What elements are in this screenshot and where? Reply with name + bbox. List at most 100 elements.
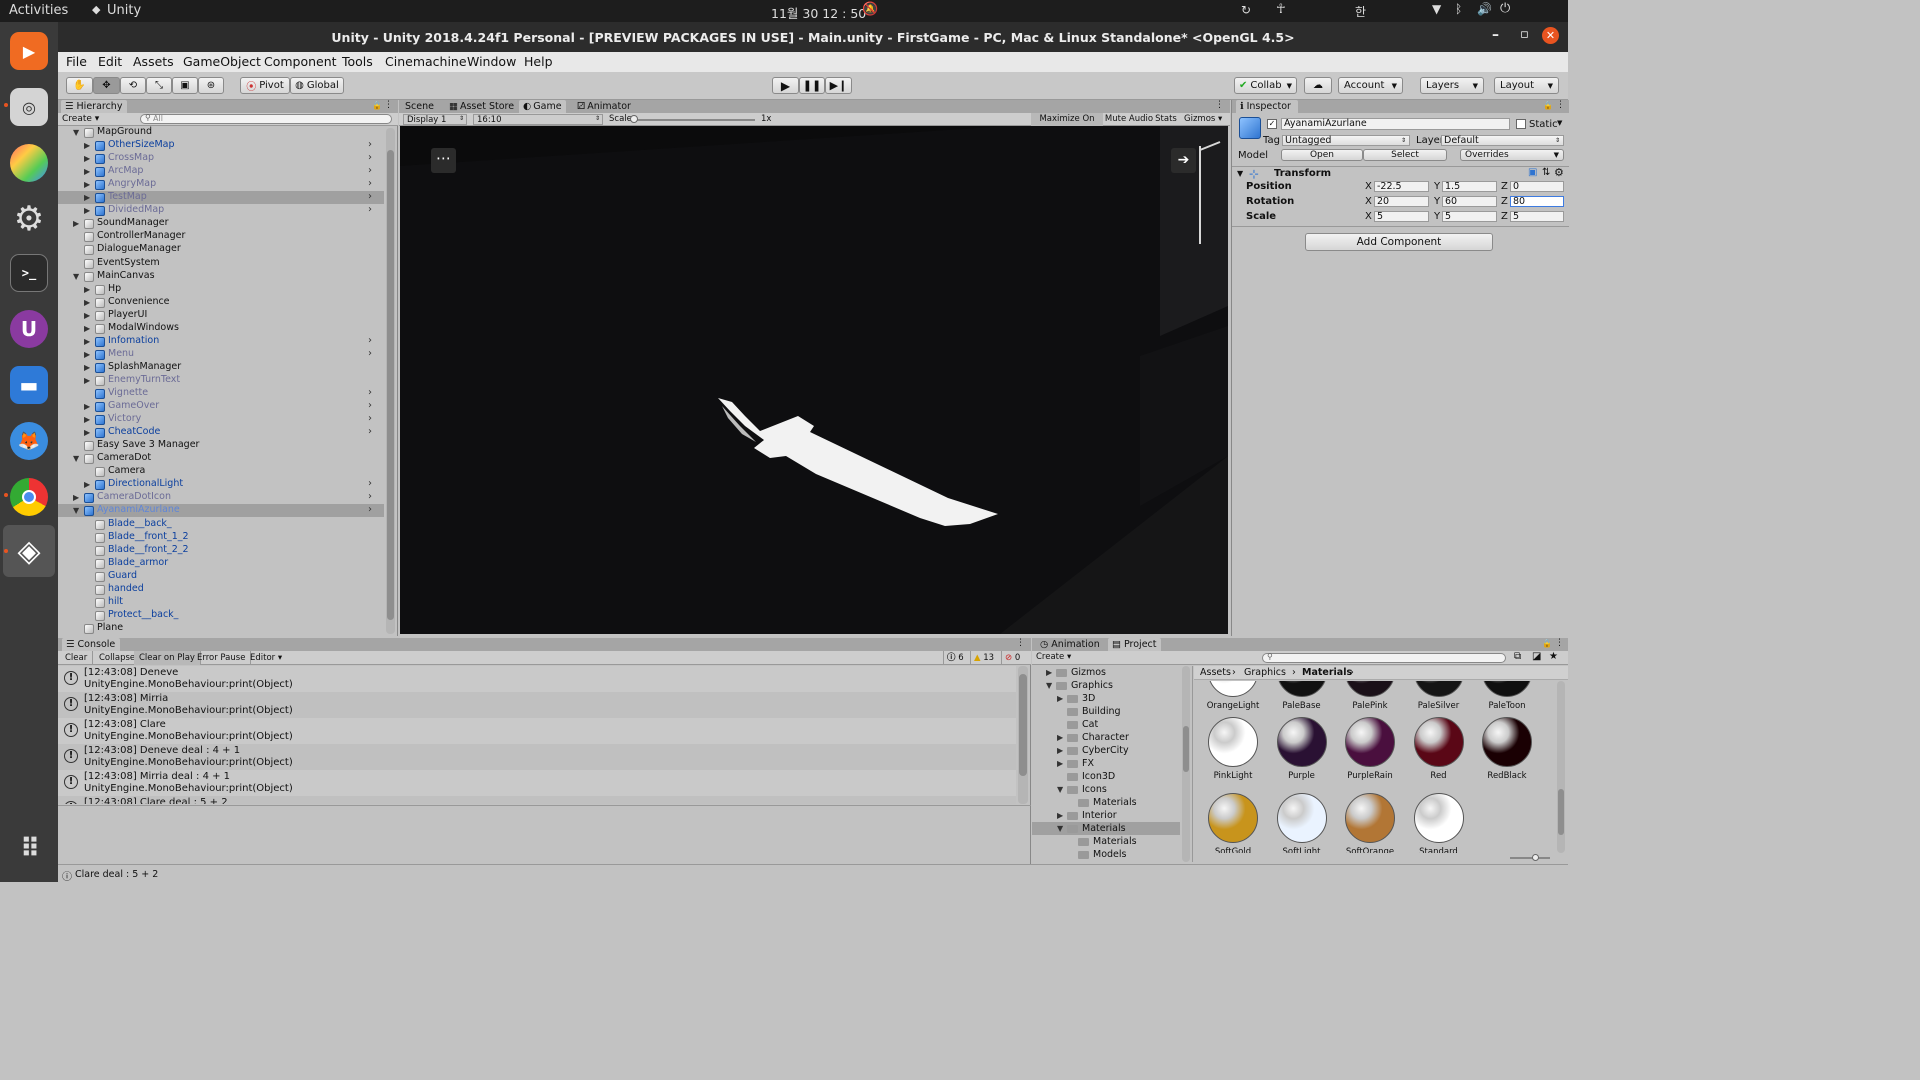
tab-console[interactable]: ☰ Console: [62, 638, 120, 651]
position-y-field[interactable]: 1.5: [1442, 181, 1497, 192]
hierarchy-item[interactable]: ▼ AyanamiAzurlane ›: [58, 504, 384, 518]
hierarchy-item[interactable]: ▶ ArcMap ›: [58, 165, 384, 178]
model-open-button[interactable]: Open: [1281, 149, 1363, 161]
project-create-dropdown[interactable]: Create ▾: [1036, 652, 1071, 662]
rotation-y-field[interactable]: 60: [1442, 196, 1497, 207]
scale-z-field[interactable]: 5: [1510, 211, 1564, 222]
material-sphere-icon[interactable]: [1208, 681, 1258, 697]
breadcrumb-assets[interactable]: Assets: [1200, 667, 1231, 678]
hierarchy-item[interactable]: Easy Save 3 Manager: [58, 439, 384, 452]
close-icon[interactable]: ✕: [1542, 27, 1559, 44]
lock-icon[interactable]: 🔒: [1543, 101, 1553, 110]
stats-toggle[interactable]: Stats: [1155, 113, 1177, 126]
folder-item[interactable]: Materials: [1032, 835, 1180, 848]
expand-arrow-icon[interactable]: ▶: [84, 285, 90, 294]
console-log-entry[interactable]: ! [12:43:08] Clare UnityEngine.MonoBehavio…: [58, 718, 1016, 744]
folder-item[interactable]: ▶ Gizmos: [1032, 666, 1180, 679]
hierarchy-item[interactable]: ▶ Menu ›: [58, 348, 384, 361]
tab-asset-store[interactable]: ▦ Asset Store: [445, 100, 518, 113]
panel-menu-icon[interactable]: ⋮: [1215, 100, 1224, 110]
project-search-input[interactable]: ⚲: [1262, 652, 1506, 663]
cloud-icon[interactable]: ☁: [1304, 77, 1332, 94]
breadcrumb-graphics[interactable]: Graphics: [1244, 667, 1286, 678]
active-checkbox[interactable]: ✓: [1267, 119, 1277, 129]
expand-arrow-icon[interactable]: ▶: [73, 493, 79, 502]
menu-gameobject[interactable]: GameObject: [183, 54, 261, 69]
chrome-icon[interactable]: [10, 478, 48, 516]
settings-icon[interactable]: ⚙: [10, 199, 48, 239]
collapse-arrow-icon[interactable]: ▼: [73, 454, 79, 463]
open-prefab-chevron-icon[interactable]: ›: [368, 387, 372, 398]
layers-dropdown[interactable]: Layers ▼: [1420, 77, 1484, 94]
hierarchy-item[interactable]: ▶ Infomation ›: [58, 335, 384, 348]
hierarchy-item[interactable]: Vignette ›: [58, 387, 384, 400]
expand-arrow-icon[interactable]: ▶: [84, 337, 90, 346]
hierarchy-search-input[interactable]: ⚲ All: [140, 113, 392, 124]
menu-assets[interactable]: Assets: [133, 54, 174, 69]
console-log-entry[interactable]: ! [12:43:08] Mirria UnityEngine.MonoBehavi…: [58, 692, 1016, 718]
files-icon[interactable]: ▬: [10, 366, 48, 404]
panel-menu-icon[interactable]: ⋮: [1556, 100, 1565, 110]
expand-arrow-icon[interactable]: ▶: [84, 350, 90, 359]
tab-hierarchy[interactable]: ☰ Hierarchy: [61, 100, 127, 113]
open-prefab-chevron-icon[interactable]: ›: [368, 413, 372, 424]
hierarchy-item[interactable]: ▶ EnemyTurnText: [58, 374, 384, 387]
folder-item[interactable]: ▶ CyberCity: [1032, 744, 1180, 757]
collapse-arrow-icon[interactable]: ▼: [73, 272, 79, 281]
collab-dropdown[interactable]: ✔ Collab ▼: [1234, 77, 1297, 94]
expand-arrow-icon[interactable]: ▶: [84, 298, 90, 307]
layer-dropdown[interactable]: Default ⇕: [1441, 135, 1564, 146]
console-log-entry[interactable]: ! [12:43:08] Clare deal : 5 + 2: [58, 796, 1016, 804]
material-sphere-icon[interactable]: [1413, 681, 1464, 697]
expand-arrow-icon[interactable]: ▶: [84, 363, 90, 372]
open-prefab-chevron-icon[interactable]: ›: [368, 204, 372, 215]
transform-title[interactable]: Transform: [1274, 168, 1331, 179]
hierarchy-item[interactable]: ▶ SplashManager: [58, 361, 384, 374]
hierarchy-item[interactable]: ▶ GameOver ›: [58, 400, 384, 413]
update-icon[interactable]: ↻: [1241, 3, 1251, 17]
open-prefab-chevron-icon[interactable]: ›: [368, 178, 372, 189]
expand-arrow-icon[interactable]: ▶: [84, 154, 90, 163]
expand-arrow-icon[interactable]: ▶: [84, 311, 90, 320]
hierarchy-item[interactable]: ▶ ModalWindows: [58, 322, 384, 335]
scrollbar-thumb[interactable]: [1558, 789, 1564, 835]
folder-item[interactable]: ▼ Icons: [1032, 783, 1180, 796]
expand-arrow-icon[interactable]: ▶: [1057, 694, 1063, 703]
open-prefab-chevron-icon[interactable]: ›: [368, 400, 372, 411]
folder-item[interactable]: Models: [1032, 848, 1180, 861]
gizmos-dropdown[interactable]: Gizmos ▾: [1179, 113, 1225, 126]
expand-arrow-icon[interactable]: ▶: [1057, 733, 1063, 742]
icon-size-slider-handle[interactable]: [1532, 854, 1539, 861]
expand-arrow-icon[interactable]: ▶: [84, 415, 90, 424]
hierarchy-item[interactable]: ▶ Hp: [58, 283, 384, 296]
folder-item[interactable]: ▶ Interior: [1032, 809, 1180, 822]
rotation-x-field[interactable]: 20: [1374, 196, 1429, 207]
filter-label-icon[interactable]: ◪: [1532, 651, 1541, 662]
hierarchy-item[interactable]: ▶ PlayerUI: [58, 309, 384, 322]
static-checkbox[interactable]: [1516, 119, 1526, 129]
console-log-entry[interactable]: ! [12:43:08] Deneve deal : 4 + 1 UnityEngi…: [58, 744, 1016, 770]
wifi-icon[interactable]: ▼: [1432, 2, 1441, 16]
material-sphere-icon[interactable]: [1208, 793, 1258, 843]
hierarchy-item[interactable]: ▶ CheatCode ›: [58, 426, 384, 439]
unity-icon[interactable]: ◈: [10, 532, 48, 570]
hierarchy-item[interactable]: hilt: [58, 596, 384, 609]
folder-item[interactable]: ▶ Character: [1032, 731, 1180, 744]
scale-tool-icon[interactable]: ⤡: [146, 77, 172, 94]
console-log-entry[interactable]: ! [12:43:08] Deneve UnityEngine.MonoBehavi…: [58, 666, 1016, 692]
expand-arrow-icon[interactable]: ▶: [84, 324, 90, 333]
tab-project[interactable]: ▤ Project: [1108, 638, 1161, 651]
material-sphere-icon[interactable]: [1413, 793, 1464, 843]
material-sphere-icon[interactable]: [1345, 793, 1395, 843]
help-icon[interactable]: ▣: [1528, 167, 1537, 178]
expand-arrow-icon[interactable]: ▶: [84, 206, 90, 215]
material-sphere-icon[interactable]: [1482, 717, 1532, 767]
menu-cinemachine[interactable]: Cinemachine: [385, 54, 467, 69]
color-picker-icon[interactable]: [10, 144, 48, 182]
material-sphere-icon[interactable]: [1208, 717, 1258, 767]
hierarchy-item[interactable]: Camera: [58, 465, 384, 478]
next-arrow-icon[interactable]: ➔: [1171, 148, 1196, 173]
clock[interactable]: 11월 30 12 : 50: [771, 3, 866, 22]
expand-arrow-icon[interactable]: ▶: [1057, 746, 1063, 755]
collapse-arrow-icon[interactable]: ▼: [1057, 824, 1063, 833]
